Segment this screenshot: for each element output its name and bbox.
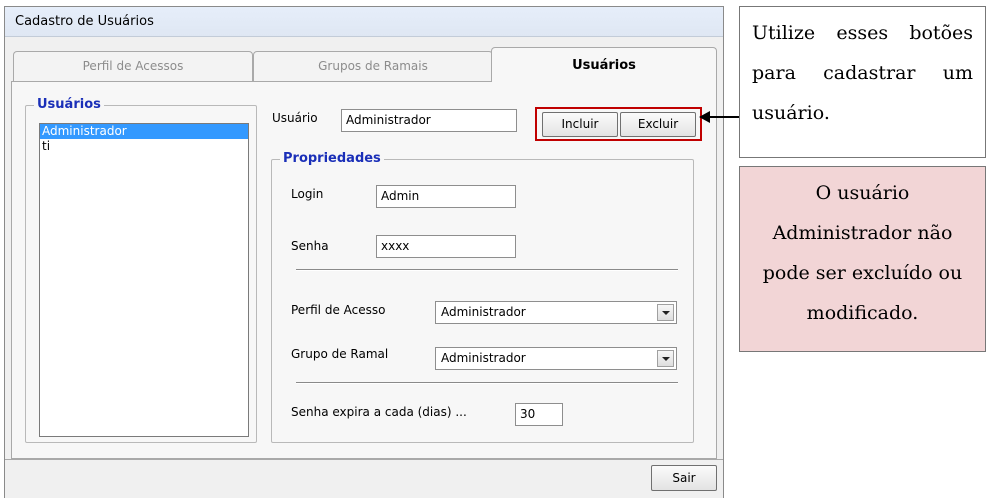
annotation-note-admin: O usuário Administrador não pode ser exc…	[739, 166, 986, 352]
separator	[296, 269, 678, 271]
senha-label: Senha	[291, 239, 329, 253]
usuario-label: Usuário	[272, 111, 318, 125]
senha-expira-input[interactable]: 30	[515, 403, 563, 426]
tab-usuarios[interactable]: Usuários	[491, 47, 717, 82]
perfil-acesso-label: Perfil de Acesso	[291, 303, 386, 317]
excluir-button[interactable]: Excluir	[620, 112, 696, 137]
users-group-legend: Usuários	[34, 97, 104, 112]
perfil-acesso-select[interactable]: Administrador	[435, 301, 677, 324]
arrow-left-icon	[699, 111, 710, 123]
users-listbox[interactable]: Administrador ti	[39, 123, 249, 437]
tab-label: Usuários	[572, 58, 636, 73]
tab-grupos-de-ramais[interactable]: Grupos de Ramais	[253, 51, 493, 81]
separator	[296, 382, 678, 384]
sair-button[interactable]: Sair	[651, 465, 717, 491]
window-title: Cadastro de Usuários	[15, 14, 154, 29]
list-item[interactable]: ti	[40, 139, 248, 154]
login-input[interactable]: Admin	[376, 185, 516, 208]
grupo-ramal-select[interactable]: Administrador	[435, 347, 677, 370]
perfil-acesso-value: Administrador	[441, 305, 526, 319]
tab-perfil-de-acessos[interactable]: Perfil de Acessos	[13, 51, 253, 81]
grupo-ramal-label: Grupo de Ramal	[291, 347, 389, 361]
list-item[interactable]: Administrador	[40, 124, 248, 139]
senha-input[interactable]: xxxx	[376, 235, 516, 258]
title-bar: Cadastro de Usuários	[5, 7, 723, 37]
cadastro-usuarios-window: Cadastro de Usuários Perfil de Acessos G…	[4, 6, 724, 498]
annotation-note-buttons: Utilize esses botões para cadastrar um u…	[739, 6, 986, 158]
usuario-input[interactable]: Administrador	[341, 109, 517, 132]
annotation-arrow-line	[708, 116, 739, 118]
properties-group-legend: Propriedades	[280, 151, 384, 166]
incluir-button[interactable]: Incluir	[542, 112, 618, 137]
chevron-down-icon[interactable]	[657, 304, 674, 321]
tab-label: Grupos de Ramais	[318, 59, 428, 73]
footer-divider	[5, 459, 723, 460]
senha-expira-label: Senha expira a cada (dias) ...	[291, 405, 467, 419]
login-label: Login	[291, 187, 324, 201]
grupo-ramal-value: Administrador	[441, 351, 526, 365]
tab-label: Perfil de Acessos	[82, 59, 184, 73]
chevron-down-icon[interactable]	[657, 350, 674, 367]
